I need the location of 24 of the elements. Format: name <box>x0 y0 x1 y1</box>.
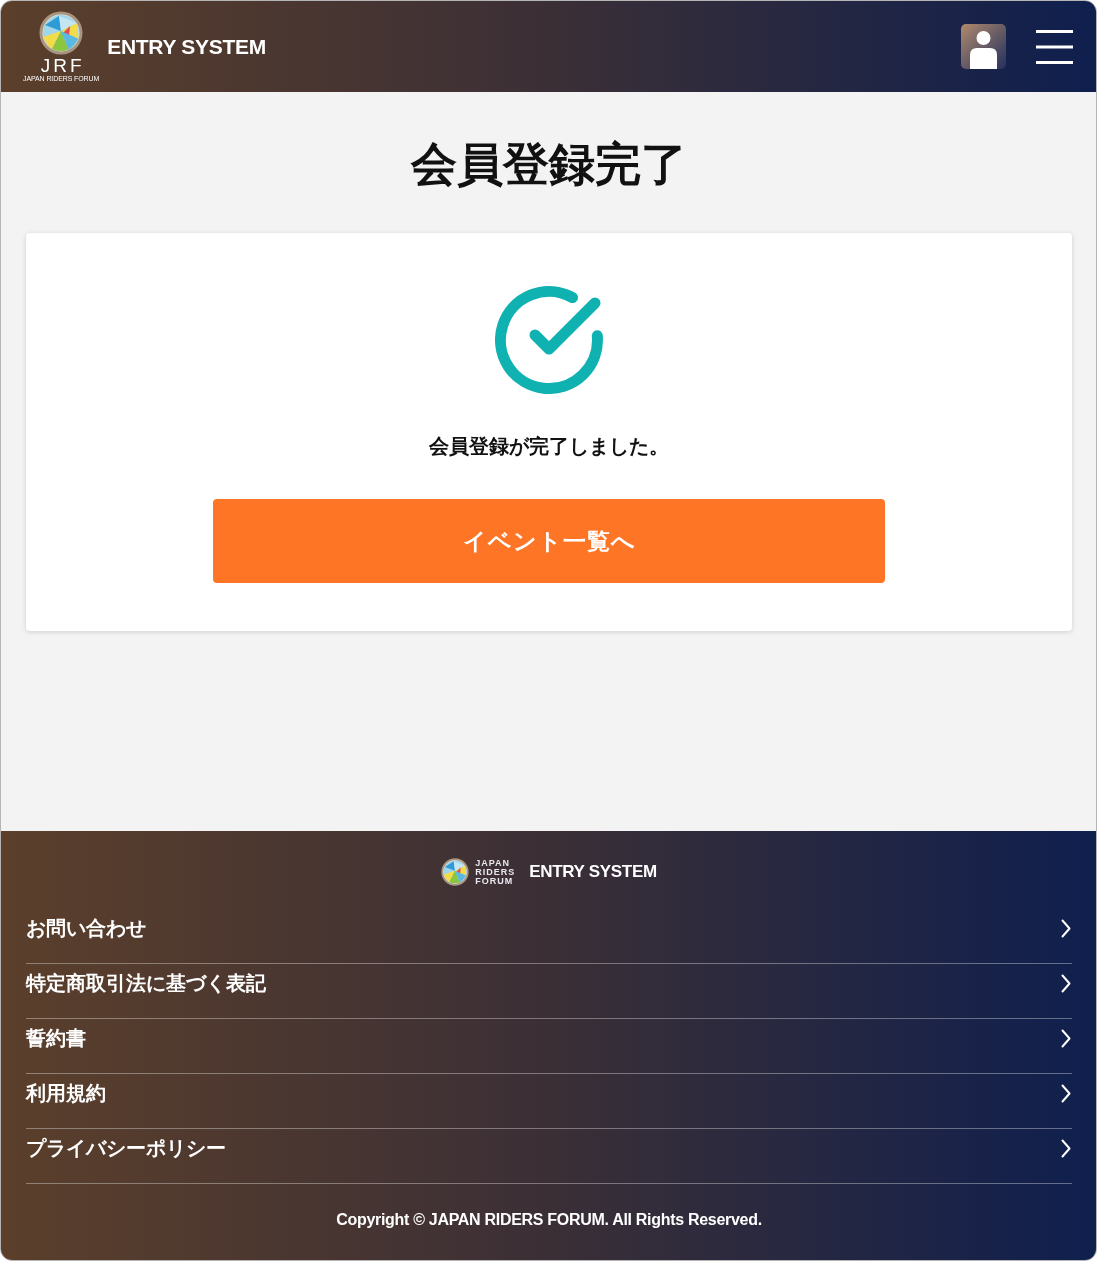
footer-link[interactable]: プライバシーポリシー <box>26 1129 1072 1184</box>
emblem-icon <box>441 858 470 886</box>
chevron-right-icon <box>1061 1028 1071 1048</box>
page-title: 会員登録完了 <box>410 136 687 192</box>
copyright-text: Copyright © JAPAN RIDERS FORUM. All Rights Reserved. <box>336 1210 762 1230</box>
footer-link[interactable]: 特定商取引法に基づく表記 <box>26 964 1072 1019</box>
chevron-right-icon <box>1061 973 1071 993</box>
footer-link[interactable]: 利用規約 <box>26 1074 1072 1129</box>
site-title: ENTRY SYSTEM <box>529 862 657 882</box>
success-message: 会員登録が完了しました。 <box>429 433 669 460</box>
chevron-right-icon <box>1061 1138 1071 1158</box>
footer-link[interactable]: お問い合わせ <box>26 909 1072 964</box>
logo-text: JAPAN <box>475 858 511 868</box>
check-circle-icon <box>495 286 603 394</box>
logo-text: JRF <box>39 56 85 75</box>
menu-icon[interactable] <box>1036 29 1073 64</box>
emblem-icon <box>39 10 84 55</box>
user-avatar-icon[interactable] <box>961 24 1006 69</box>
chevron-right-icon <box>1061 1083 1071 1103</box>
footer-link[interactable]: 誓約書 <box>26 1019 1072 1074</box>
logo-text: FORUM <box>475 876 515 886</box>
site-title: ENTRY SYSTEM <box>107 34 266 59</box>
logo-text: RIDERS <box>475 867 516 877</box>
chevron-right-icon <box>1061 918 1071 938</box>
